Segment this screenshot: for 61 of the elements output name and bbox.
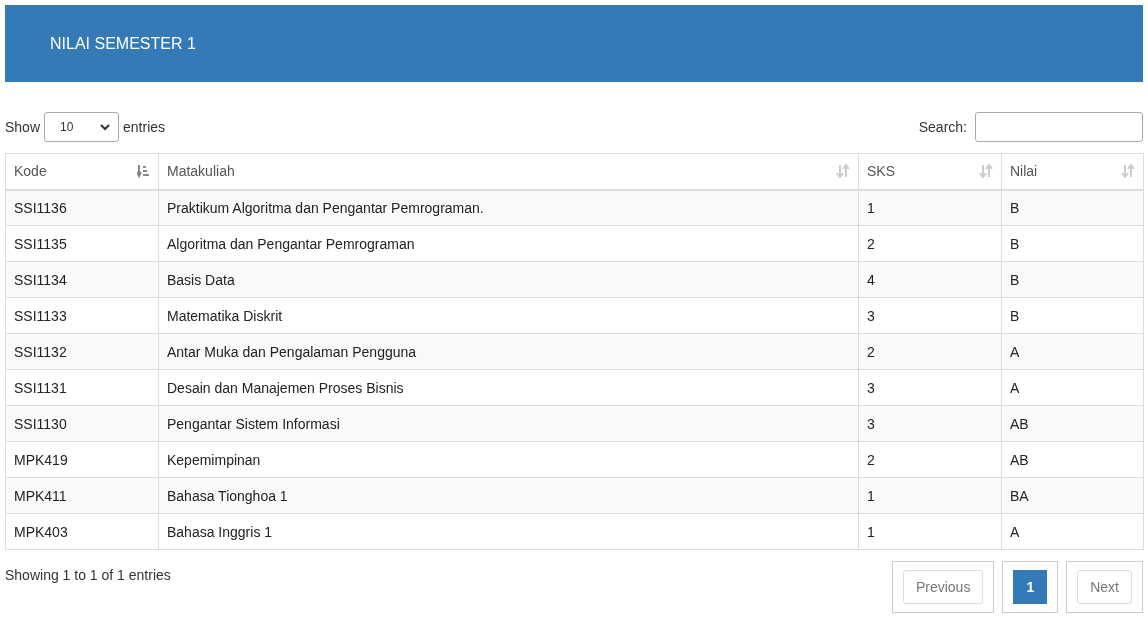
table-cell: Antar Muka dan Pengalaman Pengguna (158, 333, 859, 370)
table-cell: B (1001, 297, 1144, 334)
table-cell: 2 (858, 441, 1002, 478)
table-cell: 2 (858, 225, 1002, 262)
table-cell: A (1001, 513, 1144, 550)
column-label: Matakuliah (167, 163, 235, 180)
column-header[interactable]: SKS (858, 153, 1002, 190)
table-cell: AB (1001, 441, 1144, 478)
table-cell: SSI1130 (5, 405, 159, 442)
table-cell: Bahasa Inggris 1 (158, 513, 859, 550)
table-cell: A (1001, 369, 1144, 406)
sort-arrows-icon[interactable] (836, 164, 850, 179)
entries-info: Showing 1 to 1 of 1 entries (5, 567, 171, 583)
table-cell: 3 (858, 369, 1002, 406)
table-cell: 1 (858, 189, 1002, 226)
entries-select[interactable]: 10 (44, 112, 120, 142)
column-header[interactable]: Kode (5, 153, 159, 190)
table-cell: SSI1134 (5, 261, 159, 298)
table-cell: A (1001, 333, 1144, 370)
column-label: Kode (14, 163, 47, 180)
table-cell: SSI1135 (5, 225, 159, 262)
table-cell: 1 (858, 513, 1002, 550)
column-label: Nilai (1010, 163, 1038, 180)
table-cell: Matematika Diskrit (158, 297, 859, 334)
table-cell: MPK403 (5, 513, 159, 550)
table-cell: SSI1136 (5, 189, 159, 226)
table-cell: Basis Data (158, 261, 859, 298)
table-cell: 1 (858, 477, 1002, 514)
page-title: NILAI SEMESTER 1 (50, 34, 196, 53)
sort-arrows-icon[interactable] (1121, 164, 1135, 179)
table-cell: MPK411 (5, 477, 159, 514)
table-cell: SSI1132 (5, 333, 159, 370)
entries-label: entries (123, 119, 166, 135)
table-cell: Praktikum Algoritma dan Pengantar Pemrograman. (158, 189, 859, 226)
table-cell: Algoritma dan Pengantar Pemrograman (158, 225, 859, 262)
sort-arrows-icon[interactable] (979, 164, 993, 179)
chevron-down-icon (100, 123, 111, 131)
table-cell: Desain dan Manajemen Proses Bisnis (158, 369, 859, 406)
table-cell: B (1001, 261, 1144, 298)
table-cell: SSI1133 (5, 297, 159, 334)
table-cell: B (1001, 225, 1144, 262)
sort-ascending-icon[interactable] (137, 164, 150, 179)
table-cell: SSI1131 (5, 369, 159, 406)
search-label: Search: (918, 119, 967, 135)
column-label: SKS (867, 163, 895, 180)
table-cell: B (1001, 189, 1144, 226)
table-cell: AB (1001, 405, 1144, 442)
table-cell: Kepemimpinan (158, 441, 859, 478)
pagination-button[interactable]: 1 (1013, 570, 1048, 604)
show-label: Show (5, 119, 41, 135)
table-cell: 4 (858, 261, 1002, 298)
table-cell: 2 (858, 333, 1002, 370)
table-cell: 3 (858, 405, 1002, 442)
column-header[interactable]: Matakuliah (158, 153, 859, 190)
table-cell: BA (1001, 477, 1144, 514)
table-cell: MPK419 (5, 441, 159, 478)
search-field[interactable] (975, 112, 1143, 142)
table-cell: Pengantar Sistem Informasi (158, 405, 859, 442)
table-cell: 3 (858, 297, 1002, 334)
table-cell: Bahasa Tionghoa 1 (158, 477, 859, 514)
column-header[interactable]: Nilai (1001, 153, 1144, 190)
